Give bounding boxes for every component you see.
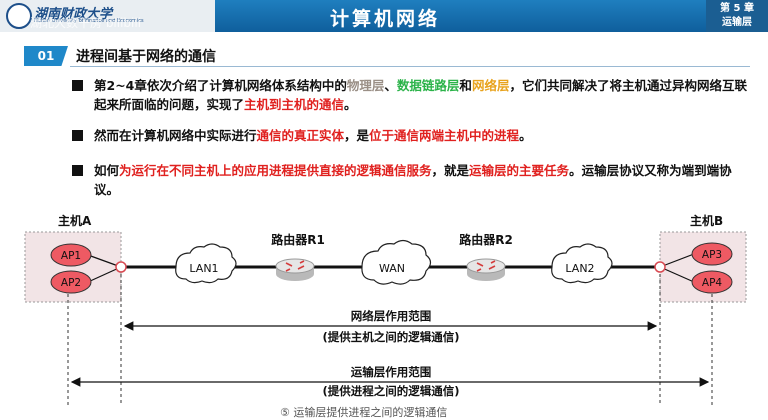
ap4-label: AP4 <box>702 277 723 289</box>
host-b-label: 主机B <box>690 213 723 228</box>
bullet-square-icon <box>72 165 83 176</box>
net-scope-title: 网络层作用范围 <box>351 309 432 323</box>
lan2-label: LAN2 <box>565 262 594 275</box>
net-scope-desc: (提供主机之间的逻辑通信) <box>322 330 459 344</box>
ap1-label: AP1 <box>61 250 81 262</box>
ap3-label: AP3 <box>702 249 722 261</box>
chapter-number: 第 5 章 <box>720 3 754 14</box>
wan-label: WAN <box>379 262 405 275</box>
lan1-label: LAN1 <box>189 262 218 275</box>
ap2-label: AP2 <box>61 277 81 289</box>
bullet-1: 第2~4章依次介绍了计算机网络体系结构中的物理层、数据链路层和网络层，它们共同解… <box>72 76 752 114</box>
chapter-badge: 第 5 章 运输层 <box>706 0 768 32</box>
router2-icon <box>466 258 506 281</box>
bullet-1-text: 第2~4章依次介绍了计算机网络体系结构中的物理层、数据链路层和网络层，它们共同解… <box>94 78 747 112</box>
section-number: 01 <box>24 46 68 66</box>
network-diagram: 主机A 主机B AP1 AP2 AP3 AP4 LAN1 WAN LAN2 路由… <box>24 213 747 405</box>
section-title: 进程间基于网络的通信 <box>76 49 216 65</box>
page-title: 计算机网络 <box>329 8 440 30</box>
watermark: 湖北大数干房 bilibili <box>30 16 142 30</box>
trans-scope-desc: (提供进程之间的逻辑通信) <box>322 384 459 398</box>
bullet-2-text: 然而在计算机网络中实际进行通信的真正实体，是位于通信两端主机中的进程。 <box>94 128 532 143</box>
host-b-port-icon <box>654 261 666 273</box>
router1-icon <box>275 258 315 281</box>
host-a-label: 主机A <box>58 213 92 228</box>
bullet-3: 如何为运行在不同主机上的应用进程提供直接的逻辑通信服务，就是运输层的主要任务。运… <box>72 161 752 199</box>
bullet-2: 然而在计算机网络中实际进行通信的真正实体，是位于通信两端主机中的进程。 <box>72 126 752 145</box>
chapter-name: 运输层 <box>722 17 752 28</box>
subtitle-caption: ⑤ 运输层提供进程之间的逻辑通信 <box>280 406 448 419</box>
bullet-square-icon <box>72 130 83 141</box>
bullet-square-icon <box>72 80 83 91</box>
host-a-port-icon <box>115 261 127 273</box>
section-divider <box>70 66 750 67</box>
bullet-3-text: 如何为运行在不同主机上的应用进程提供直接的逻辑通信服务，就是运输层的主要任务。运… <box>94 163 732 197</box>
university-seal-icon <box>6 3 32 29</box>
router1-label: 路由器R1 <box>271 232 325 247</box>
router2-label: 路由器R2 <box>459 232 513 247</box>
trans-scope-title: 运输层作用范围 <box>351 365 432 379</box>
